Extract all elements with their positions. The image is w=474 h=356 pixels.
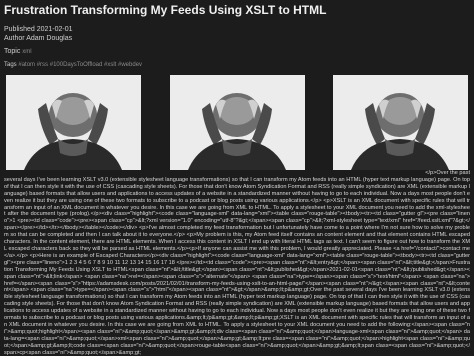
tag-link[interactable]: #rss (37, 62, 48, 68)
topic-row: Topic xml (4, 47, 470, 57)
author-row: Author Adam Douglas (4, 34, 470, 43)
post-images (4, 75, 470, 170)
published-date: 2021-02-01 (36, 26, 73, 33)
tag-link[interactable]: #atom (18, 62, 35, 68)
author-label: Author (4, 35, 25, 42)
published-row: Published 2021-02-01 (4, 25, 470, 34)
man-head-in-hands-photo (6, 75, 141, 170)
author-name: Adam Douglas (26, 35, 73, 42)
man-head-in-hands-photo (169, 75, 305, 170)
post-meta: Published 2021-02-01 Author Adam Douglas… (4, 25, 470, 69)
topic-label: Topic (4, 48, 21, 55)
tags-row: Tags #atom #rss #100DaysToOffload #xslt … (4, 61, 470, 69)
post-body: </p>Over the past several days I've been… (4, 170, 470, 356)
tag-link[interactable]: #xslt (104, 62, 116, 68)
tags-label: Tags (4, 62, 17, 68)
topic-link[interactable]: xml (22, 49, 31, 55)
tag-link[interactable]: #100DaysToOffload (50, 62, 103, 68)
blog-post: Frustration Transforming My Feeds Using … (0, 0, 474, 356)
tag-link[interactable]: #webdev (118, 62, 142, 68)
man-head-in-hands-photo (333, 75, 468, 170)
post-title: Frustration Transforming My Feeds Using … (4, 3, 327, 17)
published-label: Published (4, 26, 35, 33)
post-body-text: several days I've been learning XSLT v3.… (4, 176, 470, 356)
post-body-lead: </p>Over the past (425, 170, 470, 176)
